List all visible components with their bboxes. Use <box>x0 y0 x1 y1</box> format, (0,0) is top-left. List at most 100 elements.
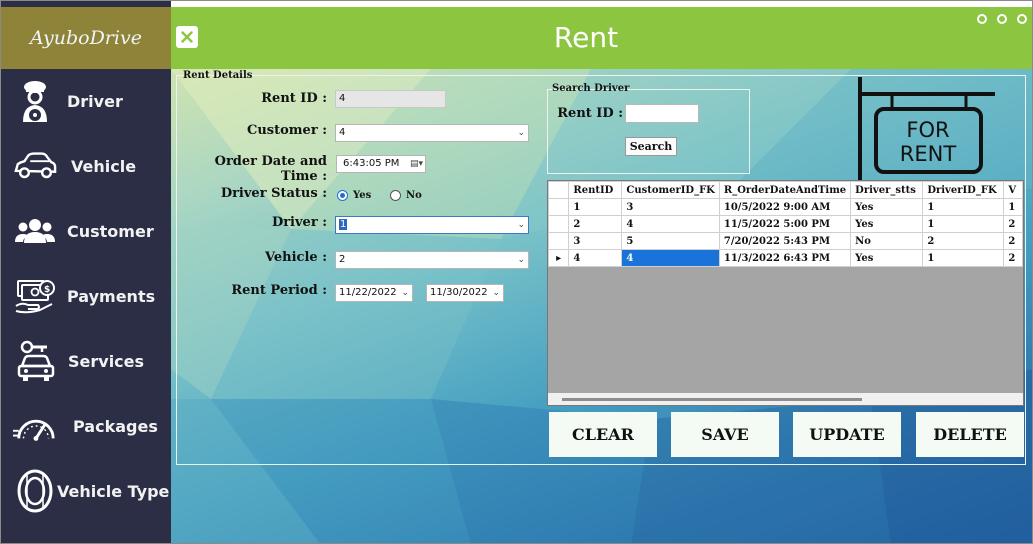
order-time-value: 6:43:05 PM <box>343 158 400 169</box>
window-dot-icon[interactable] <box>1017 14 1027 24</box>
save-button[interactable]: SAVE <box>671 412 779 457</box>
sidebar-item-vehicle-type[interactable]: Vehicle Type <box>1 461 171 521</box>
customer-value: 4 <box>339 127 346 138</box>
sidebar-item-vehicle[interactable]: Vehicle <box>1 136 171 196</box>
rent-end-date-value: 11/30/2022 <box>430 287 488 298</box>
grid-horizontal-scrollbar[interactable] <box>548 393 1023 405</box>
close-icon <box>181 31 193 43</box>
table-cell[interactable]: 2 <box>1003 232 1023 250</box>
vehicle-combobox[interactable]: 2 ⌄ <box>335 251 529 269</box>
column-header[interactable]: CustomerID_FK <box>621 181 720 199</box>
table-cell[interactable]: 11/5/2022 5:00 PM <box>718 215 852 233</box>
tire-icon <box>13 467 57 515</box>
column-header[interactable]: DriverID_FK <box>922 181 1005 199</box>
payment-icon: $ <box>13 272 57 320</box>
sidebar-item-label: Customer <box>67 221 154 241</box>
driver-status-label: Driver Status : <box>220 186 327 201</box>
window-dot-icon[interactable] <box>977 14 987 24</box>
table-cell[interactable]: Yes <box>850 198 924 216</box>
people-icon <box>13 207 57 255</box>
table-cell[interactable]: 1 <box>1003 198 1023 216</box>
sidebar-item-driver[interactable]: Driver <box>1 71 171 131</box>
driver-combobox[interactable]: 1 ⌄ <box>335 216 529 234</box>
row-header-corner <box>548 181 570 199</box>
speedometer-icon <box>13 402 57 450</box>
header-bar: Rent <box>171 7 1032 69</box>
sidebar-item-services[interactable]: Services <box>1 331 171 391</box>
table-cell[interactable]: 7/20/2022 5:43 PM <box>718 232 852 250</box>
search-rent-id-input[interactable] <box>625 104 699 123</box>
rent-id-field[interactable]: 4 <box>335 90 446 108</box>
driver-value: 1 <box>339 219 348 230</box>
search-rent-id-label: Rent ID : <box>557 106 623 121</box>
sidebar-item-customer[interactable]: Customer <box>1 201 171 261</box>
table-cell[interactable]: 10/5/2022 9:00 AM <box>718 198 852 216</box>
radio-unchecked-icon <box>390 190 401 201</box>
table-cell[interactable]: 3 <box>568 232 623 250</box>
rent-table: RentID CustomerID_FK R_OrderDateAndTime … <box>548 181 1023 267</box>
table-cell[interactable]: Yes <box>850 249 924 267</box>
vehicle-value: 2 <box>339 254 346 265</box>
table-cell[interactable]: No <box>850 232 924 250</box>
driver-label: Driver : <box>271 215 327 230</box>
table-cell[interactable]: 1 <box>922 215 1005 233</box>
vehicle-label: Vehicle : <box>264 250 327 265</box>
table-row[interactable]: 3 5 7/20/2022 5:43 PM No 2 2 <box>548 232 1023 250</box>
search-button[interactable]: Search <box>625 137 677 156</box>
scrollbar-thumb[interactable] <box>562 398 862 401</box>
rent-details-title: Rent Details <box>183 70 253 81</box>
table-cell[interactable]: 1 <box>922 198 1005 216</box>
current-row-indicator-icon[interactable]: ▸ <box>548 249 570 267</box>
table-cell[interactable]: 4 <box>621 215 720 233</box>
sidebar-item-packages[interactable]: Packages <box>1 396 171 456</box>
sidebar: AyuboDrive Driver Vehicle Customer $ Pay… <box>1 1 171 543</box>
driver-icon <box>13 77 57 125</box>
sidebar-item-label: Packages <box>73 416 158 436</box>
table-row[interactable]: ▸ 4 4 11/3/2022 6:43 PM Yes 1 2 <box>548 249 1023 267</box>
rent-data-grid[interactable]: RentID CustomerID_FK R_OrderDateAndTime … <box>547 180 1024 406</box>
column-header[interactable]: RentID <box>568 181 623 199</box>
rent-period-label: Rent Period : <box>231 283 327 298</box>
driver-status-no-radio[interactable]: No <box>390 190 422 201</box>
window-dot-icon[interactable] <box>997 14 1007 24</box>
radio-checked-icon <box>337 190 348 201</box>
table-cell[interactable]: 2 <box>922 232 1005 250</box>
row-header[interactable] <box>548 198 570 216</box>
rent-end-date-picker[interactable]: 11/30/2022 ⌄ <box>426 284 504 302</box>
delete-button[interactable]: DELETE <box>916 412 1024 457</box>
column-header[interactable]: Driver_stts <box>850 181 924 199</box>
clear-button[interactable]: CLEAR <box>549 412 657 457</box>
table-cell[interactable]: 4 <box>568 249 623 267</box>
table-cell[interactable]: 1 <box>922 249 1005 267</box>
table-cell-selected[interactable]: 4 <box>621 249 720 267</box>
table-cell[interactable]: 2 <box>1003 215 1023 233</box>
close-button[interactable] <box>176 26 198 48</box>
sidebar-item-label: Services <box>68 351 145 371</box>
table-cell[interactable]: 2 <box>1003 249 1023 267</box>
table-row[interactable]: 2 4 11/5/2022 5:00 PM Yes 1 2 <box>548 215 1023 233</box>
table-cell[interactable]: Yes <box>850 215 924 233</box>
order-time-picker[interactable]: 6:43:05 PM ▤▾ <box>336 155 426 173</box>
car-icon <box>13 142 57 190</box>
sidebar-item-label: Driver <box>67 91 123 111</box>
table-row[interactable]: 1 3 10/5/2022 9:00 AM Yes 1 1 <box>548 198 1023 216</box>
table-cell[interactable]: 2 <box>568 215 623 233</box>
rent-start-date-picker[interactable]: 11/22/2022 ⌄ <box>335 284 413 302</box>
sidebar-item-payments[interactable]: $ Payments <box>1 266 171 326</box>
page-title: Rent <box>553 21 619 54</box>
customer-combobox[interactable]: 4 ⌄ <box>335 124 529 142</box>
table-cell[interactable]: 5 <box>621 232 720 250</box>
service-car-icon <box>13 337 57 385</box>
table-cell[interactable]: 3 <box>621 198 720 216</box>
column-header[interactable]: R_OrderDateAndTime <box>718 181 852 199</box>
rent-start-date-value: 11/22/2022 <box>339 287 397 298</box>
update-button[interactable]: UPDATE <box>793 412 901 457</box>
row-header[interactable] <box>548 232 570 250</box>
table-cell[interactable]: 11/3/2022 6:43 PM <box>718 249 852 267</box>
driver-status-yes-radio[interactable]: Yes <box>337 190 371 201</box>
chevron-down-icon: ⌄ <box>517 128 525 138</box>
table-cell[interactable]: 1 <box>568 198 623 216</box>
row-header[interactable] <box>548 215 570 233</box>
brand-logo: AyuboDrive <box>1 7 171 69</box>
column-header[interactable]: V <box>1003 181 1023 199</box>
